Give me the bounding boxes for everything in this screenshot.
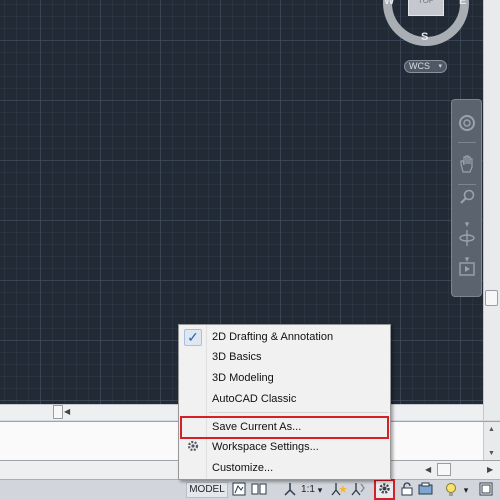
compass-south-label: S xyxy=(421,31,429,43)
scroll-left-arrow-icon[interactable]: ◀ xyxy=(425,463,431,477)
save-current-as-highlight xyxy=(180,416,389,439)
auto-scale-icon[interactable] xyxy=(350,482,366,498)
menu-item-customize[interactable]: Customize... xyxy=(180,459,389,478)
annotation-scale-icon[interactable] xyxy=(282,482,298,498)
vertical-scroll-thumb[interactable] xyxy=(485,290,498,306)
chevron-down-icon[interactable]: ▾ xyxy=(461,482,471,498)
quick-view-drawings-icon[interactable] xyxy=(251,482,267,498)
ucs-label: WCS xyxy=(409,61,430,71)
model-space-button[interactable]: MODEL xyxy=(186,482,228,498)
ucs-menu-button[interactable]: WCS ▾ xyxy=(404,60,447,73)
pan-hand-icon[interactable] xyxy=(456,154,478,176)
lock-icon[interactable] xyxy=(399,482,415,498)
zoom-magnifier-icon[interactable] xyxy=(456,188,478,210)
compass-east-label: E xyxy=(459,0,467,7)
command-line-scroll-thumb[interactable] xyxy=(437,463,451,476)
annotation-scale-value[interactable]: 1:1 xyxy=(298,482,318,498)
menu-item-3d-basics[interactable]: 3D Basics xyxy=(180,348,389,367)
navbar-divider xyxy=(458,184,476,185)
chevron-down-icon[interactable]: ▾ xyxy=(316,482,324,498)
menu-item-label: Workspace Settings... xyxy=(212,441,319,453)
hardware-acceleration-icon[interactable] xyxy=(418,482,434,498)
horizontal-scroll-thumb[interactable] xyxy=(53,405,63,419)
clean-screen-icon[interactable] xyxy=(478,482,494,498)
menu-divider xyxy=(209,412,388,413)
menu-item-2d-drafting[interactable]: ✓ 2D Drafting & Annotation xyxy=(180,328,389,347)
compass-west-label: W xyxy=(384,0,395,7)
orbit-icon[interactable] xyxy=(456,228,478,250)
menu-item-label: AutoCAD Classic xyxy=(212,393,297,405)
menu-item-workspace-settings[interactable]: Workspace Settings... xyxy=(180,438,389,457)
isolate-objects-icon[interactable] xyxy=(443,482,459,498)
canvas-vertical-scrollbar[interactable] xyxy=(483,0,500,420)
showmotion-icon[interactable] xyxy=(456,260,478,282)
quick-view-layouts-icon[interactable] xyxy=(231,482,247,498)
scroll-down-arrow-icon[interactable]: ▼ xyxy=(488,450,495,457)
navigation-bar: ▾ ▾ xyxy=(451,99,482,297)
menu-item-3d-modeling[interactable]: 3D Modeling xyxy=(180,369,389,388)
gear-icon xyxy=(184,439,202,456)
scroll-right-arrow-icon[interactable]: ▶ xyxy=(487,463,493,477)
chevron-down-icon: ▾ xyxy=(438,63,442,70)
menu-item-label: 2D Drafting & Annotation xyxy=(212,331,334,343)
workspace-switching-menu: ✓ 2D Drafting & Annotation 3D Basics 3D … xyxy=(178,324,391,480)
menu-item-label: 3D Basics xyxy=(212,351,262,363)
menu-item-autocad-classic[interactable]: AutoCAD Classic xyxy=(180,390,389,409)
steering-wheel-icon[interactable] xyxy=(456,114,478,136)
workspace-switching-gear-icon[interactable] xyxy=(374,479,395,500)
checkmark-icon: ✓ xyxy=(184,329,202,346)
viewcube-top-face[interactable]: TOP xyxy=(408,0,444,16)
annotation-visibility-icon[interactable] xyxy=(331,482,347,498)
menu-item-label: Customize... xyxy=(212,462,274,474)
scroll-left-arrow-icon[interactable]: ◀ xyxy=(64,405,70,419)
menu-item-label: 3D Modeling xyxy=(212,372,274,384)
navbar-divider xyxy=(458,142,476,143)
scroll-up-arrow-icon[interactable]: ▲ xyxy=(488,426,495,433)
